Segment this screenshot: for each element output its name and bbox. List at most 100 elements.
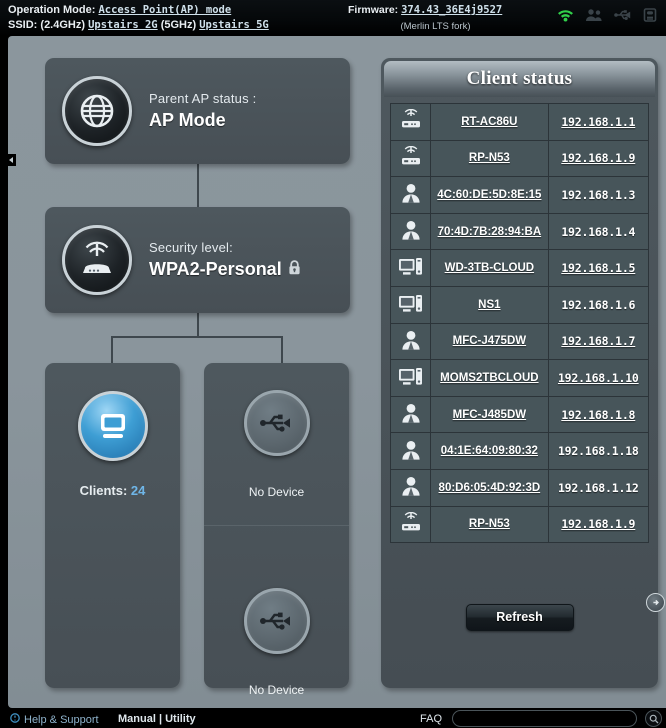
- client-ip[interactable]: 192.168.1.10: [558, 371, 639, 385]
- client-ip-cell[interactable]: 192.168.1.8: [547, 395, 650, 434]
- client-name-cell[interactable]: RP-N53: [430, 505, 549, 544]
- search-input[interactable]: [452, 710, 637, 727]
- client-ip-cell: 192.168.1.4: [547, 212, 650, 251]
- client-ip[interactable]: 192.168.1.9: [561, 151, 635, 165]
- globe-icon: [62, 76, 132, 146]
- client-ip-cell[interactable]: 192.168.1.9: [547, 139, 650, 178]
- arrow-right-circle-icon[interactable]: [646, 593, 665, 612]
- person-icon: [389, 468, 432, 507]
- client-name[interactable]: MFC-J475DW: [453, 335, 526, 347]
- monitor-icon: [77, 391, 148, 461]
- client-ip: 192.168.1.18: [557, 444, 639, 459]
- client-ip-cell[interactable]: 192.168.1.1: [547, 103, 650, 141]
- connector-line: [197, 313, 199, 336]
- usb-panel: No Device No Device: [204, 363, 349, 697]
- client-name-cell[interactable]: WD-3TB-CLOUD: [430, 249, 549, 287]
- client-name[interactable]: NS1: [478, 299, 500, 311]
- usb-slot-2[interactable]: No Device: [204, 525, 349, 697]
- client-name[interactable]: 4C:60:DE:5D:8E:15: [437, 189, 541, 201]
- firmware-info: Firmware: 374.43_36E4j9527 (Merlin LTS f…: [348, 3, 523, 34]
- sidebar-collapse-handle[interactable]: [8, 154, 16, 166]
- table-row: RP-N53 192.168.1.9: [389, 505, 650, 544]
- client-name-cell[interactable]: RP-N53: [430, 139, 549, 178]
- client-name-cell[interactable]: RT-AC86U: [430, 103, 549, 141]
- client-name-cell[interactable]: 04:1E:64:09:80:32: [430, 432, 549, 470]
- client-ip[interactable]: 192.168.1.7: [561, 334, 635, 348]
- security-level-panel[interactable]: Security level: WPA2-Personal: [45, 207, 350, 313]
- client-ip[interactable]: 192.168.1.1: [561, 115, 635, 129]
- person-icon: [389, 432, 432, 470]
- client-name-cell[interactable]: MFC-J485DW: [430, 395, 549, 434]
- main-stage: Parent AP status : AP Mode Security leve…: [8, 36, 666, 708]
- help-and-support-label: Help & Support: [24, 713, 99, 726]
- ssid-5-link[interactable]: Upstairs 5G: [199, 19, 269, 31]
- security-level-value: WPA2-Personal: [149, 259, 282, 279]
- ssid-label: SSID:: [8, 19, 38, 31]
- help-and-support-link[interactable]: Help & Support: [10, 713, 99, 726]
- firmware-row: Firmware: 374.43_36E4j9527: [348, 3, 523, 18]
- operation-mode-link[interactable]: Access Point(AP) mode: [98, 4, 231, 16]
- band-5-label: (5GHz): [160, 19, 197, 31]
- client-ip[interactable]: 192.168.1.5: [561, 261, 635, 275]
- client-name-cell[interactable]: 4C:60:DE:5D:8E:15: [430, 176, 549, 214]
- client-ip-cell: 192.168.1.12: [547, 468, 650, 507]
- client-status-panel: Client status RT-AC86U 192.168.1.1 RP-N53 1…: [381, 58, 658, 688]
- client-name[interactable]: MOMS2TBCLOUD: [440, 372, 538, 384]
- client-name[interactable]: 80:D6:05:4D:92:3D: [439, 482, 541, 494]
- clients-panel[interactable]: Clients: 24: [45, 363, 180, 688]
- router-dashboard: Operation Mode: Access Point(AP) mode SS…: [0, 0, 666, 728]
- refresh-button[interactable]: Refresh: [465, 604, 574, 631]
- manual-utility-link[interactable]: Manual | Utility: [118, 713, 196, 725]
- operation-mode-row: Operation Mode: Access Point(AP) mode: [8, 3, 269, 18]
- router-icon: [389, 139, 432, 178]
- search-icon[interactable]: [645, 710, 662, 727]
- client-name[interactable]: RP-N53: [469, 518, 510, 530]
- printer-icon[interactable]: [643, 8, 657, 22]
- client-status-header: Client status: [384, 61, 655, 97]
- wifi-icon[interactable]: [557, 8, 574, 22]
- usb-slot-1[interactable]: No Device: [204, 363, 349, 525]
- client-ip-cell[interactable]: 192.168.1.10: [547, 359, 650, 397]
- connector-line: [111, 336, 283, 338]
- person-icon: [389, 212, 432, 251]
- client-name-cell[interactable]: NS1: [430, 285, 549, 324]
- clients-count-value: 24: [130, 483, 146, 498]
- parent-ap-title: Parent AP status :: [149, 91, 257, 106]
- client-name-cell[interactable]: MOMS2TBCLOUD: [430, 359, 549, 397]
- client-status-title: Client status: [466, 68, 573, 89]
- ssid-row: SSID: (2.4GHz) Upstairs 2G (5GHz) Upstai…: [8, 18, 269, 33]
- faq-link[interactable]: FAQ: [420, 713, 442, 725]
- usb-slot-2-label: No Device: [248, 683, 305, 697]
- security-level-title: Security level:: [149, 240, 233, 255]
- client-name-cell[interactable]: 70:4D:7B:28:94:BA: [430, 212, 549, 251]
- client-status-table: RT-AC86U 192.168.1.1 RP-N53 192.168.1.9 4C:6…: [389, 103, 650, 544]
- client-name-cell[interactable]: MFC-J475DW: [430, 322, 549, 361]
- client-name[interactable]: RP-N53: [469, 152, 510, 164]
- parent-ap-status-panel[interactable]: Parent AP status : AP Mode: [45, 58, 350, 164]
- client-name[interactable]: 70:4D:7B:28:94:BA: [438, 226, 542, 238]
- client-ip-cell[interactable]: 192.168.1.7: [547, 322, 650, 361]
- top-status-bar: Operation Mode: Access Point(AP) mode SS…: [0, 0, 666, 36]
- client-ip: 192.168.1.3: [561, 187, 636, 202]
- client-ip-cell[interactable]: 192.168.1.5: [547, 249, 650, 287]
- usb-icon[interactable]: [614, 8, 632, 22]
- clients-label-text: Clients:: [79, 483, 128, 498]
- client-ip-cell[interactable]: 192.168.1.9: [547, 505, 650, 544]
- client-name[interactable]: RT-AC86U: [461, 116, 517, 128]
- desktop-icon: [389, 285, 432, 324]
- router-icon: [389, 505, 432, 544]
- table-row: WD-3TB-CLOUD 192.168.1.5: [389, 249, 650, 287]
- users-icon[interactable]: [585, 8, 603, 22]
- client-ip[interactable]: 192.168.1.9: [561, 517, 635, 531]
- table-row: RP-N53 192.168.1.9: [389, 139, 650, 178]
- router-signal-icon: [62, 225, 132, 295]
- firmware-version-link[interactable]: 374.43_36E4j9527: [401, 4, 502, 16]
- client-ip[interactable]: 192.168.1.8: [561, 408, 635, 422]
- band-24-label: (2.4GHz): [40, 19, 86, 31]
- ssid-24-link[interactable]: Upstairs 2G: [88, 19, 158, 31]
- clients-count-label: Clients: 24: [45, 483, 180, 498]
- client-name[interactable]: MFC-J485DW: [453, 409, 526, 421]
- client-name-cell[interactable]: 80:D6:05:4D:92:3D: [430, 468, 549, 507]
- client-name[interactable]: 04:1E:64:09:80:32: [441, 445, 538, 457]
- client-name[interactable]: WD-3TB-CLOUD: [445, 262, 534, 274]
